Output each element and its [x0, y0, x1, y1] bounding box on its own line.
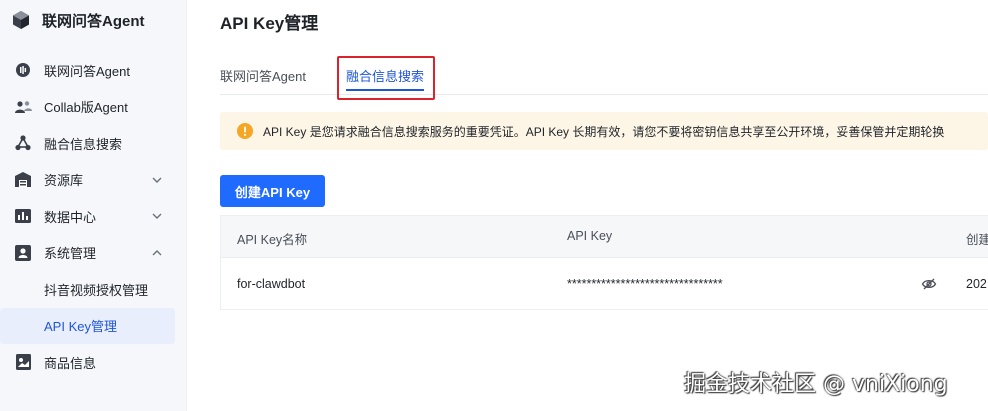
sidebar-item-label: 系统管理	[44, 246, 97, 262]
cell-created-time: 202	[966, 277, 987, 291]
column-header-created: 创建	[966, 233, 988, 247]
sidebar-subitem-douyin-auth[interactable]: 抖音视频授权管理	[0, 271, 187, 308]
tab-bar: 联网问答Agent 融合信息搜索	[220, 60, 988, 95]
sidebar-item-resources[interactable]: 资源库	[0, 162, 187, 199]
watermark: 掘金技术社区 @ vniXiong	[684, 372, 948, 397]
warning-icon	[237, 123, 253, 139]
create-api-key-button[interactable]: 创建API Key	[220, 175, 325, 207]
brand[interactable]: 联网问答Agent	[12, 8, 145, 32]
table-row: for-clawdbot ***************************…	[221, 257, 988, 310]
table-header: API Key名称 API Key 创建	[221, 216, 988, 257]
cell-api-key-masked: ********************************	[567, 277, 723, 291]
cell-key-name: for-clawdbot	[237, 277, 306, 291]
profile-icon	[14, 244, 32, 262]
page-title: API Key管理	[220, 14, 319, 33]
sidebar-item-label: 数据中心	[44, 209, 97, 225]
sidebar-item-label: 商品信息	[44, 355, 97, 371]
sidebar-item-label: Collab版Agent	[44, 100, 128, 116]
sidebar-item-collab-agent[interactable]: Collab版Agent	[0, 89, 187, 126]
tab-fusion-search[interactable]: 融合信息搜索	[346, 66, 425, 91]
column-header-key: API Key	[567, 229, 613, 243]
sidebar-subitem-label: API Key管理	[44, 319, 117, 335]
sidebar-nav: 联网问答Agent Collab版Agent 融合信息搜索 资源库 数据中心 系…	[0, 52, 187, 381]
sidebar-item-label: 资源库	[44, 173, 84, 189]
eye-off-icon[interactable]	[921, 276, 937, 292]
sidebar-item-system-management[interactable]: 系统管理	[0, 235, 187, 272]
sidebar-item-fusion-search[interactable]: 融合信息搜索	[0, 125, 187, 162]
sidebar: 联网问答Agent 联网问答Agent Collab版Agent 融合信息搜索 …	[0, 0, 187, 411]
dashboard-icon	[14, 207, 32, 225]
sidebar-item-web-qa-agent[interactable]: 联网问答Agent	[0, 52, 187, 89]
chevron-down-icon[interactable]	[150, 209, 164, 223]
sidebar-subitem-label: 抖音视频授权管理	[44, 282, 149, 298]
tab-label: 融合信息搜索	[346, 69, 425, 84]
warning-alert: API Key 是您请求融合信息搜索服务的重要凭证。API Key 长期有效，请…	[220, 112, 988, 150]
sidebar-item-products[interactable]: 商品信息	[0, 344, 187, 381]
chat-bubble-icon	[14, 61, 32, 79]
brand-title: 联网问答Agent	[42, 12, 145, 30]
api-key-table: API Key名称 API Key 创建 for-clawdbot ******…	[220, 215, 988, 310]
column-header-name: API Key名称	[237, 233, 308, 247]
warehouse-icon	[14, 171, 32, 189]
users-icon	[14, 98, 32, 116]
cube-logo-icon	[12, 10, 30, 30]
chevron-up-icon[interactable]	[150, 246, 164, 260]
alert-text: API Key 是您请求融合信息搜索服务的重要凭证。API Key 长期有效，请…	[263, 124, 945, 139]
sidebar-item-data-center[interactable]: 数据中心	[0, 198, 187, 235]
chevron-down-icon[interactable]	[150, 173, 164, 187]
active-tab-indicator	[346, 89, 425, 91]
sidebar-item-label: 联网问答Agent	[44, 63, 130, 79]
tab-web-qa-agent[interactable]: 联网问答Agent	[220, 66, 306, 85]
sidebar-item-label: 融合信息搜索	[44, 136, 123, 152]
product-icon	[14, 353, 32, 371]
network-icon	[14, 134, 32, 152]
main-content: API Key管理 联网问答Agent 融合信息搜索 API Key 是您请求融…	[187, 0, 988, 411]
sidebar-subitem-api-key[interactable]: API Key管理	[0, 307, 175, 344]
